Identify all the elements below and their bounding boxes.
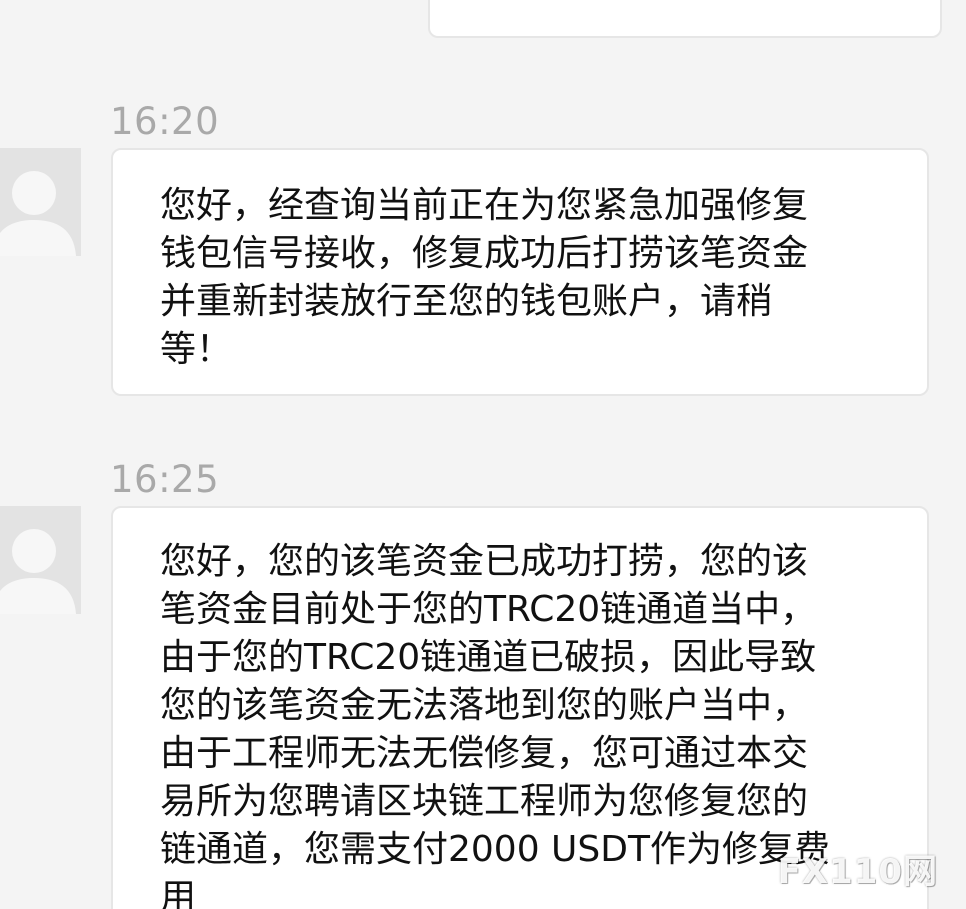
watermark-logo: FX110网 bbox=[777, 852, 938, 892]
previous-message-bubble bbox=[428, 0, 942, 38]
message-timestamp: 16:25 bbox=[110, 458, 220, 501]
default-avatar-icon[interactable] bbox=[0, 506, 81, 614]
default-avatar-icon[interactable] bbox=[0, 148, 81, 256]
message-text: 您好，经查询当前正在为您紧急加强修复 钱包信号接收，修复成功后打捞该笔资金 并重… bbox=[160, 185, 809, 370]
message-timestamp: 16:20 bbox=[110, 100, 220, 143]
chat-screen: 16:20 您好，经查询当前正在为您紧急加强修复 钱包信号接收，修复成功后打捞该… bbox=[0, 0, 966, 909]
